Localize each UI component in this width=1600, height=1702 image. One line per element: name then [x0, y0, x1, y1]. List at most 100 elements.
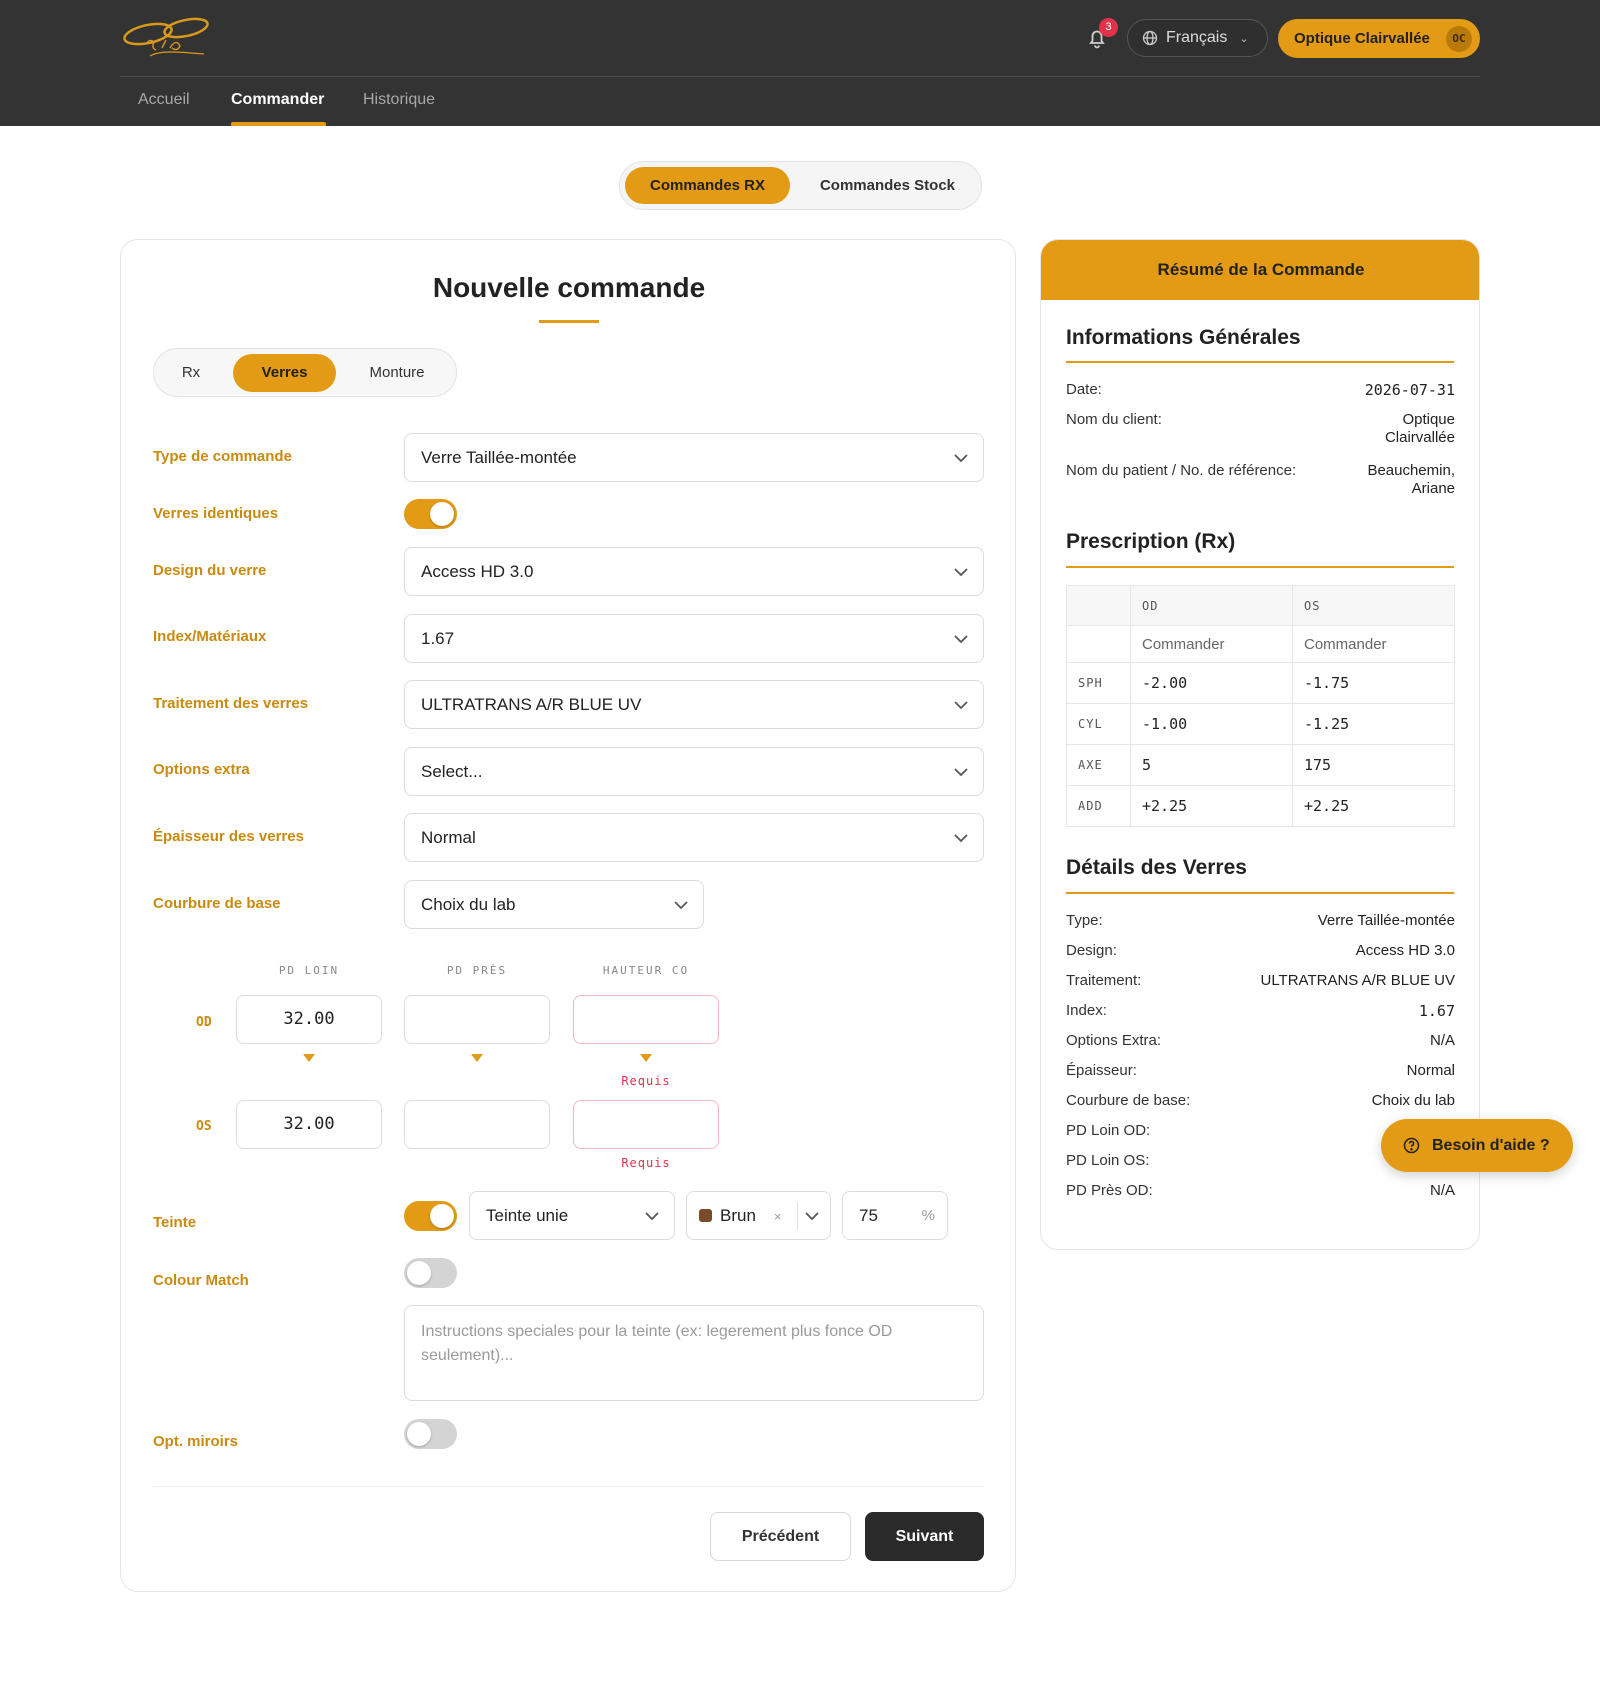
avatar: OC — [1446, 26, 1472, 52]
os-value: -1.75 — [1292, 662, 1455, 704]
general-info-heading: Informations Générales — [1066, 326, 1301, 349]
pd-pres-header: PD PRÈS — [446, 964, 508, 977]
options-extra-select[interactable]: Select... — [404, 747, 984, 796]
row-label: SPH — [1066, 662, 1131, 704]
patient-label: Nom du patient / No. de référence: — [1066, 462, 1297, 479]
copy-down-arrow-icon[interactable] — [471, 1054, 483, 1062]
design-label: Design du verre — [153, 562, 267, 579]
nav-accueil[interactable]: Accueil — [138, 91, 190, 109]
index-select[interactable]: 1.67 — [404, 614, 984, 663]
os-value: +2.25 — [1292, 785, 1455, 827]
clear-color-icon[interactable]: × — [774, 1209, 782, 1224]
patient-value: Beauchemin, Ariane — [1367, 462, 1455, 498]
heading-underline — [1066, 361, 1454, 363]
copy-down-arrow-icon[interactable] — [640, 1054, 652, 1062]
lens-index-value: 1.67 — [1418, 1002, 1455, 1020]
type-commande-value: Verre Taillée-montée — [421, 448, 577, 467]
os-value: -1.25 — [1292, 703, 1455, 745]
teinte-percent-input[interactable]: 75 % — [842, 1191, 948, 1240]
nav-commander[interactable]: Commander — [231, 91, 324, 109]
epaisseur-value: Normal — [421, 828, 476, 847]
lens-index-label: Index: — [1066, 1002, 1107, 1019]
table-row: CYL -1.00 -1.25 — [1066, 703, 1455, 745]
form-divider — [153, 1486, 984, 1487]
previous-button[interactable]: Précédent — [710, 1512, 851, 1561]
tint-instructions-textarea[interactable]: Instructions speciales pour la teinte (e… — [404, 1305, 984, 1401]
language-selector[interactable]: Français ⌄ — [1127, 19, 1268, 57]
courbure-select[interactable]: Choix du lab — [404, 880, 704, 929]
chevron-down-icon — [954, 635, 968, 644]
od-value: -2.00 — [1130, 662, 1293, 704]
heading-underline — [1066, 892, 1454, 894]
od-eye-label: OD — [196, 1015, 212, 1030]
pd-loin-od-label: PD Loin OD: — [1066, 1122, 1151, 1139]
miroirs-toggle[interactable] — [404, 1419, 457, 1449]
pd-loin-header: PD LOIN — [278, 964, 340, 977]
top-header: 3 Français ⌄ Optique Clairvallée OC Accu… — [0, 0, 1600, 126]
help-circle-icon — [1403, 1137, 1420, 1154]
tab-monture[interactable]: Monture — [352, 354, 442, 392]
tab-rx[interactable]: Rx — [168, 354, 214, 392]
options-extra-label: Options extra — [153, 761, 250, 778]
toggle-knob — [407, 1261, 431, 1285]
design-select[interactable]: Access HD 3.0 — [404, 547, 984, 596]
copy-down-arrow-icon[interactable] — [303, 1054, 315, 1062]
company-logo[interactable] — [120, 14, 220, 58]
lens-design-label: Design: — [1066, 942, 1117, 959]
patient-line-1: Beauchemin, — [1367, 462, 1455, 479]
teinte-percent-value: 75 — [859, 1206, 878, 1225]
commandes-rx-tab[interactable]: Commandes RX — [625, 167, 790, 204]
colour-match-toggle[interactable] — [404, 1258, 457, 1288]
courbure-label: Courbure de base — [153, 895, 281, 912]
design-value: Access HD 3.0 — [421, 562, 534, 581]
lens-courbure-label: Courbure de base: — [1066, 1092, 1191, 1109]
toggle-knob — [430, 1204, 454, 1228]
table-subheader-row: Commander Commander — [1066, 625, 1455, 663]
os-pd-pres-input[interactable] — [404, 1100, 550, 1149]
lens-epaisseur-label: Épaisseur: — [1066, 1062, 1137, 1079]
epaisseur-select[interactable]: Normal — [404, 813, 984, 862]
account-menu-button[interactable]: Optique Clairvallée OC — [1278, 19, 1480, 58]
chevron-down-icon — [805, 1212, 819, 1221]
client-name-line-1: Optique — [1402, 411, 1455, 428]
chevron-down-icon — [645, 1212, 659, 1221]
traitement-select[interactable]: ULTRATRANS A/R BLUE UV — [404, 680, 984, 729]
client-name-label: Nom du client: — [1066, 411, 1162, 428]
notification-count-badge: 3 — [1099, 18, 1118, 37]
select-separator — [797, 1202, 798, 1230]
verres-identiques-label: Verres identiques — [153, 505, 279, 522]
commandes-stock-tab[interactable]: Commandes Stock — [800, 167, 975, 204]
od-pd-pres-input[interactable] — [404, 995, 550, 1044]
teinte-type-select[interactable]: Teinte unie — [469, 1191, 675, 1240]
nav-historique[interactable]: Historique — [363, 91, 435, 109]
teinte-toggle[interactable] — [404, 1201, 457, 1231]
date-value: 2026-07-31 — [1364, 381, 1455, 399]
toggle-knob — [407, 1422, 431, 1446]
table-corner-cell — [1066, 625, 1131, 663]
account-name: Optique Clairvallée — [1294, 30, 1430, 47]
help-button[interactable]: Besoin d'aide ? — [1381, 1119, 1573, 1172]
next-button[interactable]: Suivant — [865, 1512, 984, 1561]
chevron-down-icon: ⌄ — [1239, 32, 1249, 45]
toggle-knob — [430, 502, 454, 526]
chevron-down-icon — [954, 768, 968, 777]
verres-identiques-toggle[interactable] — [404, 499, 457, 529]
header-divider — [120, 76, 1480, 77]
teinte-color-select[interactable]: Brun × — [686, 1191, 831, 1240]
tab-verres[interactable]: Verres — [233, 354, 336, 392]
os-hauteur-co-input[interactable] — [573, 1100, 719, 1149]
epaisseur-label: Épaisseur des verres — [153, 828, 304, 845]
od-pd-loin-input[interactable]: 32.00 — [236, 995, 382, 1044]
pd-pres-od-value: N/A — [1429, 1182, 1455, 1199]
teinte-label: Teinte — [153, 1214, 197, 1231]
os-eye-label: OS — [196, 1119, 212, 1134]
table-header-row: OD OS — [1066, 585, 1455, 626]
prescription-table: OD OS Commander Commander SPH -2.00 -1.7… — [1066, 585, 1455, 827]
row-label: AXE — [1066, 744, 1131, 786]
type-commande-select[interactable]: Verre Taillée-montée — [404, 433, 984, 482]
os-pd-loin-input[interactable]: 32.00 — [236, 1100, 382, 1149]
od-hauteur-co-input[interactable] — [573, 995, 719, 1044]
lens-options-label: Options Extra: — [1066, 1032, 1162, 1049]
chevron-down-icon — [954, 834, 968, 843]
prescription-heading: Prescription (Rx) — [1066, 530, 1236, 553]
